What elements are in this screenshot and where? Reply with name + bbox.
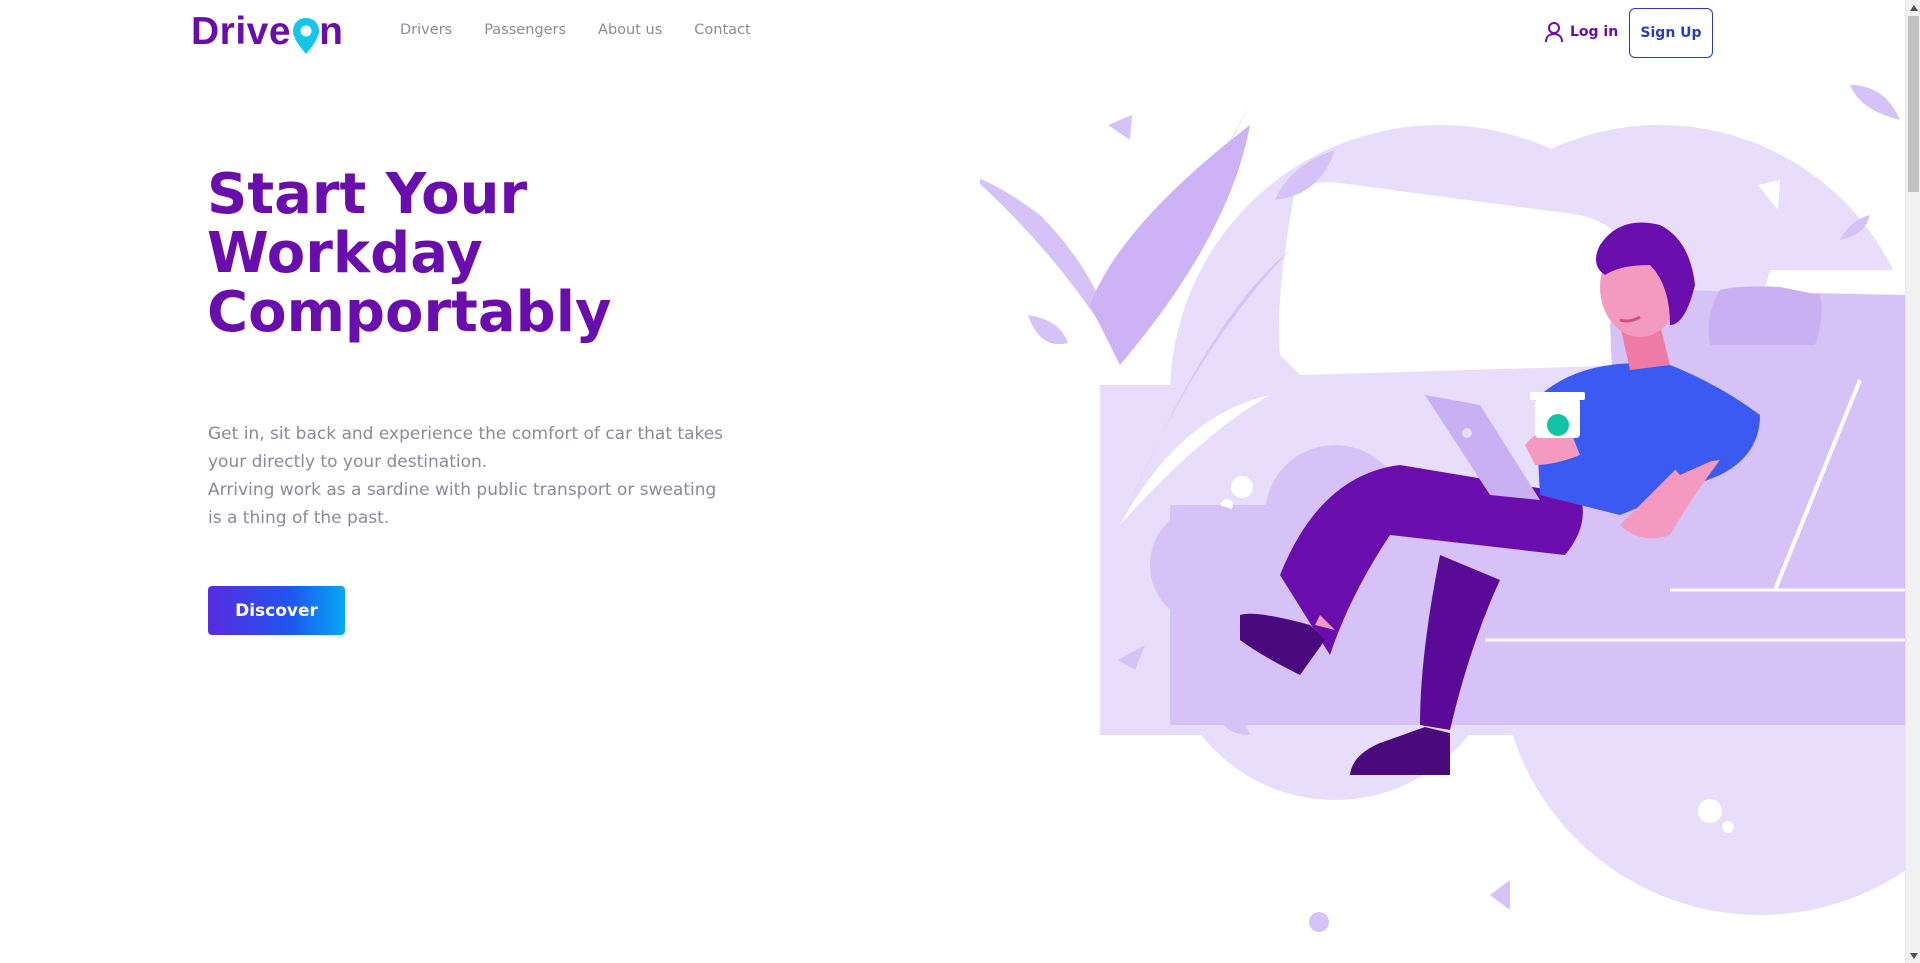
hero-title-line: Comportably <box>207 280 612 345</box>
location-pin-icon <box>292 16 320 56</box>
scroll-down-arrow-icon[interactable] <box>1906 948 1920 963</box>
scrollbar-thumb[interactable] <box>1908 16 1919 192</box>
hero-title: Start Your Workday Comportably <box>207 165 707 342</box>
nav-item-about-us[interactable]: About us <box>598 22 662 38</box>
hero-title-line: Workday <box>207 221 483 286</box>
hero-description-paragraph: Arriving work as a sardine with public t… <box>208 480 717 528</box>
login-link[interactable]: Log in <box>1544 21 1618 43</box>
hero-illustration <box>980 85 1905 932</box>
nav-item-passengers[interactable]: Passengers <box>484 22 566 38</box>
user-icon <box>1545 22 1563 43</box>
hero-title-line: Start Your <box>207 162 528 227</box>
nav-item-contact[interactable]: Contact <box>694 22 750 38</box>
login-label: Log in <box>1570 24 1619 40</box>
page: Drive n Drivers Passengers About us Cont… <box>0 0 1905 963</box>
scroll-up-arrow-icon[interactable] <box>1906 0 1920 15</box>
logo-text-left: Drive <box>191 10 292 53</box>
discover-button[interactable]: Discover <box>208 586 345 635</box>
logo-text-right: n <box>319 10 344 53</box>
nav-item-drivers[interactable]: Drivers <box>400 22 452 38</box>
main-nav: Drivers Passengers About us Contact <box>400 22 751 38</box>
vertical-scrollbar[interactable] <box>1905 0 1920 963</box>
hero-description: Get in, sit back and experience the comf… <box>208 420 728 532</box>
signup-button[interactable]: Sign Up <box>1629 8 1713 58</box>
hero-description-paragraph: Get in, sit back and experience the comf… <box>208 424 724 472</box>
brand-logo[interactable]: Drive n <box>191 10 343 54</box>
